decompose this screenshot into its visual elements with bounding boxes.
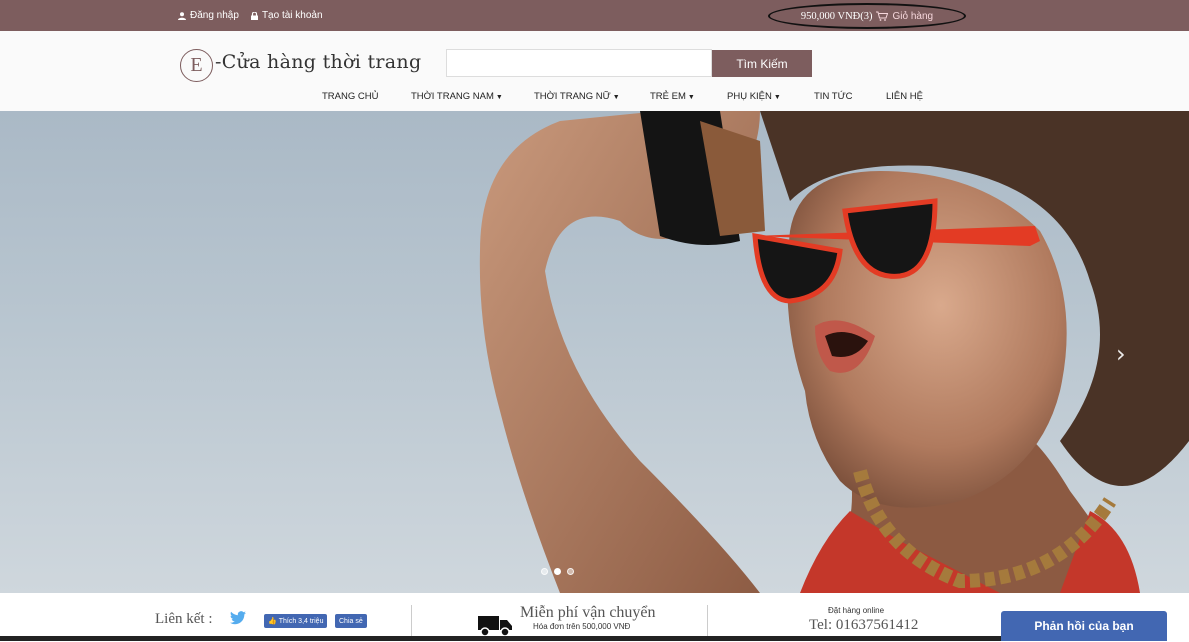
feedback-button[interactable]: Phản hồi của bạn [1001, 611, 1167, 641]
fb-share-label: Chia sẻ [339, 617, 363, 625]
nav-label: THỜI TRANG NAM [411, 91, 494, 102]
nav-item-accessories[interactable]: PHỤ KIỆN ▼ [727, 91, 781, 102]
user-icon [178, 11, 186, 20]
register-link[interactable]: Tạo tài khoản [250, 10, 323, 21]
phone-number: Tel: 01637561412 [809, 617, 919, 633]
facebook-share-button[interactable]: Chia sẻ [335, 614, 367, 628]
caret-down-icon: ▼ [687, 94, 695, 101]
nav-item-men[interactable]: THỜI TRANG NAM ▼ [411, 91, 503, 102]
shipping-subtitle: Hóa đơn trên 500,000 VNĐ [533, 622, 631, 631]
account-links: Đăng nhập Tạo tài khoản [178, 10, 323, 21]
slider-dot[interactable] [541, 568, 548, 575]
cart-icon [876, 11, 889, 21]
cart-link[interactable]: 950,000 VNĐ(3) Giỏ hàng [768, 3, 966, 29]
register-label: Tạo tài khoản [261, 10, 323, 21]
main-nav: TRANG CHỦ THỜI TRANG NAM ▼ THỜI TRANG NỮ ▼… [0, 91, 1189, 105]
hero-slider[interactable] [0, 111, 1189, 593]
slider-next-button[interactable]: › [1116, 340, 1126, 368]
nav-item-kids[interactable]: TRẺ EM ▼ [650, 91, 695, 102]
login-label: Đăng nhập [190, 10, 239, 21]
nav-label: TRANG CHỦ [322, 91, 379, 102]
search-button[interactable]: Tìm Kiếm [712, 50, 812, 77]
bottom-strip [0, 636, 1001, 641]
thumbs-up-icon: 👍 [268, 618, 277, 625]
slider-dot[interactable] [567, 568, 574, 575]
nav-label: THỜI TRANG NỮ [534, 91, 611, 102]
links-label: Liên kết : [155, 611, 213, 627]
caret-down-icon: ▼ [495, 94, 503, 101]
facebook-like-button[interactable]: 👍 Thích 3,4 triệu [264, 614, 328, 628]
nav-label: PHỤ KIỆN [727, 91, 772, 102]
chevron-right-icon: › [1116, 340, 1126, 368]
nav-label: TRẺ EM [650, 91, 686, 102]
cart-total: 950,000 VNĐ(3) [800, 10, 873, 22]
nav-item-home[interactable]: TRANG CHỦ [322, 91, 378, 102]
nav-item-women[interactable]: THỜI TRANG NỮ ▼ [534, 91, 620, 102]
top-bar: Đăng nhập Tạo tài khoản 950,000 VNĐ(3) G… [0, 0, 1189, 31]
fb-like-label: Thích 3,4 triệu [278, 617, 324, 625]
caret-down-icon: ▼ [612, 94, 620, 101]
order-online-label: Đặt hàng online [828, 606, 885, 615]
caret-down-icon: ▼ [773, 94, 781, 101]
cart-label: Giỏ hàng [892, 10, 934, 22]
nav-item-contact[interactable]: LIÊN HỆ [886, 91, 923, 102]
slider-dots [541, 568, 574, 575]
shipping-title: Miễn phí vận chuyển [520, 604, 656, 621]
lock-icon [250, 11, 258, 20]
logo-text[interactable]: -Cửa hàng thời trang [215, 51, 421, 73]
search-input[interactable] [446, 49, 712, 77]
hero-image [479, 111, 1189, 593]
logo-letter: E [190, 54, 203, 76]
nav-label: LIÊN HỆ [886, 91, 923, 102]
logo-mark[interactable]: E [180, 49, 213, 82]
nav-item-news[interactable]: TIN TỨC [814, 91, 853, 102]
slider-dot[interactable] [554, 568, 561, 575]
feedback-label: Phản hồi của bạn [1034, 619, 1134, 633]
twitter-icon[interactable] [230, 611, 246, 630]
login-link[interactable]: Đăng nhập [178, 10, 239, 21]
nav-label: TIN TỨC [814, 91, 853, 102]
